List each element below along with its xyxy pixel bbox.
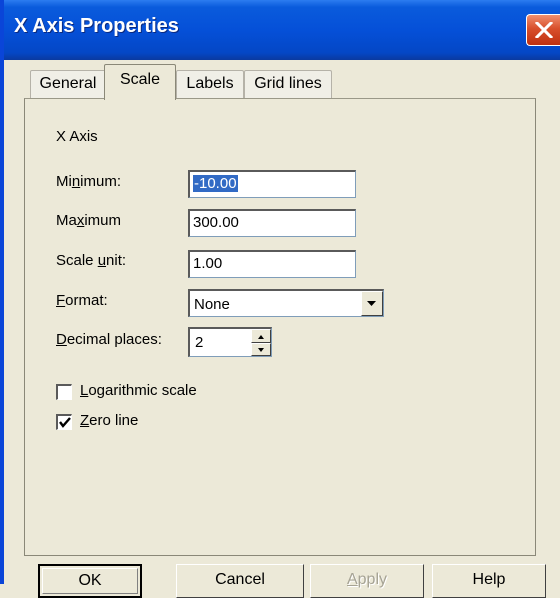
close-icon (535, 22, 553, 38)
ok-button-label: OK (78, 572, 102, 589)
tab-labels[interactable]: Labels (176, 70, 244, 98)
window-title: X Axis Properties (14, 15, 179, 37)
spin-up-icon (258, 335, 264, 339)
help-button[interactable]: Help (432, 564, 546, 598)
format-select[interactable]: None (188, 289, 384, 317)
maximum-label: Maximum (56, 212, 122, 229)
minimum-value: -10.00 (193, 175, 238, 192)
decimal-places-value: 2 (195, 334, 204, 351)
format-label: Format: (56, 292, 108, 309)
ok-button[interactable]: OK (38, 564, 142, 598)
scale-unit-value: 1.00 (193, 255, 223, 272)
apply-button: Apply (310, 564, 424, 598)
format-value: None (194, 296, 230, 313)
format-dropdown-button[interactable] (361, 291, 383, 316)
minimum-label: Minimum: (56, 173, 122, 190)
tab-grid-lines[interactable]: Grid lines (244, 70, 332, 98)
tab-general[interactable]: General (30, 70, 106, 98)
maximum-input[interactable]: 300.00 (188, 209, 356, 237)
logarithmic-scale-label[interactable]: Logarithmic scale (80, 382, 197, 399)
help-button-label: Help (472, 571, 506, 588)
cancel-button[interactable]: Cancel (176, 564, 304, 598)
spin-down-button[interactable] (251, 342, 271, 356)
chevron-down-icon (367, 301, 376, 306)
tab-labels-label: Labels (186, 75, 234, 92)
decimal-places-stepper[interactable]: 2 (188, 327, 272, 357)
scale-unit-label: Scale unit: (56, 252, 127, 269)
decimal-places-label: Decimal places: (56, 331, 162, 348)
tab-scale-label: Scale (119, 71, 161, 88)
checkmark-icon (59, 417, 71, 428)
zero-line-label[interactable]: Zero line (80, 412, 138, 429)
spin-up-button[interactable] (251, 329, 271, 343)
minimum-input[interactable]: -10.00 (188, 170, 356, 198)
scale-unit-input[interactable]: 1.00 (188, 250, 356, 278)
window-frame-left (0, 0, 4, 584)
logarithmic-scale-checkbox[interactable] (56, 384, 72, 400)
close-button[interactable] (526, 14, 560, 46)
tab-general-label: General (39, 75, 97, 92)
x-axis-group-label: X Axis (56, 128, 98, 145)
tab-grid-lines-label: Grid lines (254, 75, 322, 92)
tab-panel-scale (24, 98, 536, 556)
cancel-button-label: Cancel (215, 571, 265, 588)
zero-line-checkbox[interactable] (56, 414, 72, 430)
tab-scale[interactable]: Scale (104, 64, 176, 100)
spin-down-icon (258, 347, 264, 352)
maximum-value: 300.00 (193, 214, 239, 231)
